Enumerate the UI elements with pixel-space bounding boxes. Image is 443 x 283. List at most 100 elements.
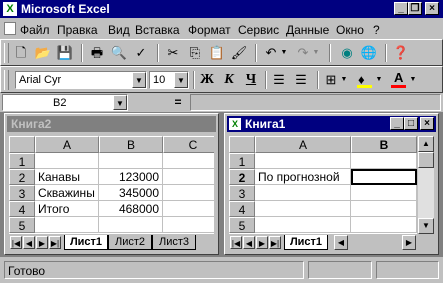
redo-icon[interactable]: ↷ bbox=[293, 43, 313, 63]
vertical-scrollbar[interactable]: ▲ ▼ bbox=[418, 136, 434, 234]
menu-window[interactable]: Окно bbox=[336, 23, 364, 37]
font-size-combo[interactable]: 10 ▼ bbox=[149, 71, 189, 89]
next-sheet-icon[interactable]: ▶ bbox=[256, 236, 268, 249]
table-cell[interactable]: По прогнозной bbox=[255, 169, 351, 185]
menu-file[interactable]: Файл bbox=[20, 23, 50, 37]
undo-icon[interactable]: ↶ bbox=[261, 43, 281, 63]
spelling-icon[interactable]: ✓ bbox=[131, 43, 151, 63]
column-header[interactable]: B bbox=[351, 136, 417, 153]
web-toolbar-icon[interactable]: ◉ bbox=[337, 43, 357, 63]
scroll-right-icon[interactable]: ▶ bbox=[402, 235, 416, 250]
table-cell[interactable] bbox=[351, 185, 417, 201]
prev-sheet-icon[interactable]: ◀ bbox=[23, 236, 35, 249]
borders-dropdown-icon[interactable]: ▼ bbox=[339, 70, 349, 90]
table-cell[interactable] bbox=[163, 201, 214, 217]
sheet-tab[interactable]: Лист3 bbox=[152, 235, 196, 250]
menu-edit[interactable]: Правка bbox=[57, 23, 98, 37]
save-icon[interactable]: 💾 bbox=[55, 43, 75, 63]
table-cell[interactable]: 345000 bbox=[99, 185, 163, 201]
chevron-down-icon[interactable]: ▼ bbox=[174, 72, 188, 88]
toolbar-grip[interactable] bbox=[4, 43, 9, 63]
row-header[interactable]: 2 bbox=[229, 169, 255, 185]
print-preview-icon[interactable]: 🔍 bbox=[109, 43, 129, 63]
row-header[interactable]: 3 bbox=[229, 185, 255, 201]
row-header[interactable]: 3 bbox=[9, 185, 35, 201]
undo-dropdown-icon[interactable]: ▼ bbox=[279, 43, 289, 63]
cut-icon[interactable]: ✂ bbox=[163, 43, 183, 63]
paste-icon[interactable]: 📋 bbox=[207, 43, 227, 63]
minimize-button[interactable]: _ bbox=[394, 2, 408, 15]
menu-help[interactable]: ? bbox=[373, 23, 380, 37]
table-cell[interactable] bbox=[163, 169, 214, 185]
bold-button[interactable]: Ж bbox=[197, 70, 217, 90]
close-button[interactable]: × bbox=[425, 2, 439, 15]
table-cell[interactable] bbox=[35, 217, 99, 233]
font-name-combo[interactable]: Arial Cyr ▼ bbox=[15, 71, 147, 89]
name-box[interactable]: B2 ▼ bbox=[2, 94, 128, 111]
row-header[interactable]: 1 bbox=[229, 153, 255, 169]
table-cell[interactable]: 468000 bbox=[99, 201, 163, 217]
table-cell[interactable]: 123000 bbox=[99, 169, 163, 185]
restore-button[interactable]: ❐ bbox=[408, 2, 422, 15]
next-sheet-icon[interactable]: ▶ bbox=[36, 236, 48, 249]
menu-tools[interactable]: Сервис bbox=[238, 23, 279, 37]
scroll-left-icon[interactable]: ◀ bbox=[334, 235, 348, 250]
align-left-icon[interactable]: ☰ bbox=[269, 70, 289, 90]
sheet-tab[interactable]: Лист1 bbox=[64, 235, 108, 250]
close-button[interactable]: × bbox=[420, 117, 434, 130]
table-cell[interactable] bbox=[255, 153, 351, 169]
excel-icon[interactable]: X bbox=[3, 2, 17, 16]
chevron-down-icon[interactable]: ▼ bbox=[132, 72, 146, 88]
scroll-down-icon[interactable]: ▼ bbox=[418, 218, 434, 234]
row-header[interactable]: 5 bbox=[229, 217, 255, 233]
formula-input[interactable] bbox=[190, 94, 441, 111]
scroll-up-icon[interactable]: ▲ bbox=[418, 136, 434, 152]
sheet-tab[interactable]: Лист2 bbox=[108, 235, 152, 250]
column-header[interactable]: A bbox=[35, 136, 99, 153]
borders-icon[interactable]: ⊞ bbox=[321, 70, 341, 90]
toolbar-grip[interactable] bbox=[4, 70, 9, 90]
row-header[interactable]: 5 bbox=[9, 217, 35, 233]
print-icon[interactable]: 🖶 bbox=[87, 43, 107, 63]
italic-button[interactable]: К bbox=[219, 70, 239, 90]
row-header[interactable]: 4 bbox=[9, 201, 35, 217]
first-sheet-icon[interactable]: |◀ bbox=[10, 236, 22, 249]
format-painter-icon[interactable]: 🖌 bbox=[229, 43, 249, 63]
prev-sheet-icon[interactable]: ◀ bbox=[243, 236, 255, 249]
table-cell[interactable] bbox=[163, 217, 214, 233]
new-document-icon[interactable]: 🗋 bbox=[11, 43, 31, 63]
column-header[interactable]: C bbox=[163, 136, 214, 153]
table-cell[interactable]: Канавы bbox=[35, 169, 99, 185]
open-folder-icon[interactable]: 📂 bbox=[33, 43, 53, 63]
sheet-tab[interactable]: Лист1 bbox=[284, 235, 328, 250]
row-header[interactable]: 1 bbox=[9, 153, 35, 169]
equals-button[interactable]: = bbox=[168, 94, 188, 111]
menu-view[interactable]: Вид bbox=[108, 23, 130, 37]
fill-color-icon[interactable]: ♦ bbox=[355, 70, 375, 90]
table-cell[interactable] bbox=[351, 201, 417, 217]
table-cell[interactable] bbox=[99, 217, 163, 233]
last-sheet-icon[interactable]: ▶| bbox=[49, 236, 61, 249]
last-sheet-icon[interactable]: ▶| bbox=[269, 236, 281, 249]
web-globe-icon[interactable]: 🌐 bbox=[359, 43, 379, 63]
minimize-button[interactable]: _ bbox=[390, 117, 404, 130]
table-cell[interactable]: Скважины bbox=[35, 185, 99, 201]
column-header[interactable]: B bbox=[99, 136, 163, 153]
document-icon[interactable] bbox=[4, 22, 16, 35]
font-color-dropdown-icon[interactable]: ▼ bbox=[408, 70, 418, 90]
select-all-corner[interactable] bbox=[229, 136, 255, 153]
copy-icon[interactable]: ⎘ bbox=[185, 43, 205, 63]
menu-format[interactable]: Формат bbox=[188, 23, 231, 37]
table-cell[interactable] bbox=[255, 185, 351, 201]
window-title-bar[interactable]: X Книга1 _ □ × bbox=[227, 116, 436, 132]
table-cell[interactable] bbox=[255, 201, 351, 217]
redo-dropdown-icon[interactable]: ▼ bbox=[311, 43, 321, 63]
workbook-icon[interactable]: X bbox=[229, 118, 241, 130]
table-cell[interactable] bbox=[35, 153, 99, 169]
workbook-window-book1[interactable]: X Книга1 _ □ × A B 1 2 По прогнозной 3 4 5 ▲ … bbox=[224, 113, 439, 255]
select-all-corner[interactable] bbox=[9, 136, 35, 153]
underline-button[interactable]: Ч bbox=[241, 70, 261, 90]
row-header[interactable]: 4 bbox=[229, 201, 255, 217]
row-header[interactable]: 2 bbox=[9, 169, 35, 185]
spreadsheet-grid[interactable]: A B C 1 2 Канавы 123000 3 Скважины 345000 4 Итог… bbox=[9, 136, 214, 234]
